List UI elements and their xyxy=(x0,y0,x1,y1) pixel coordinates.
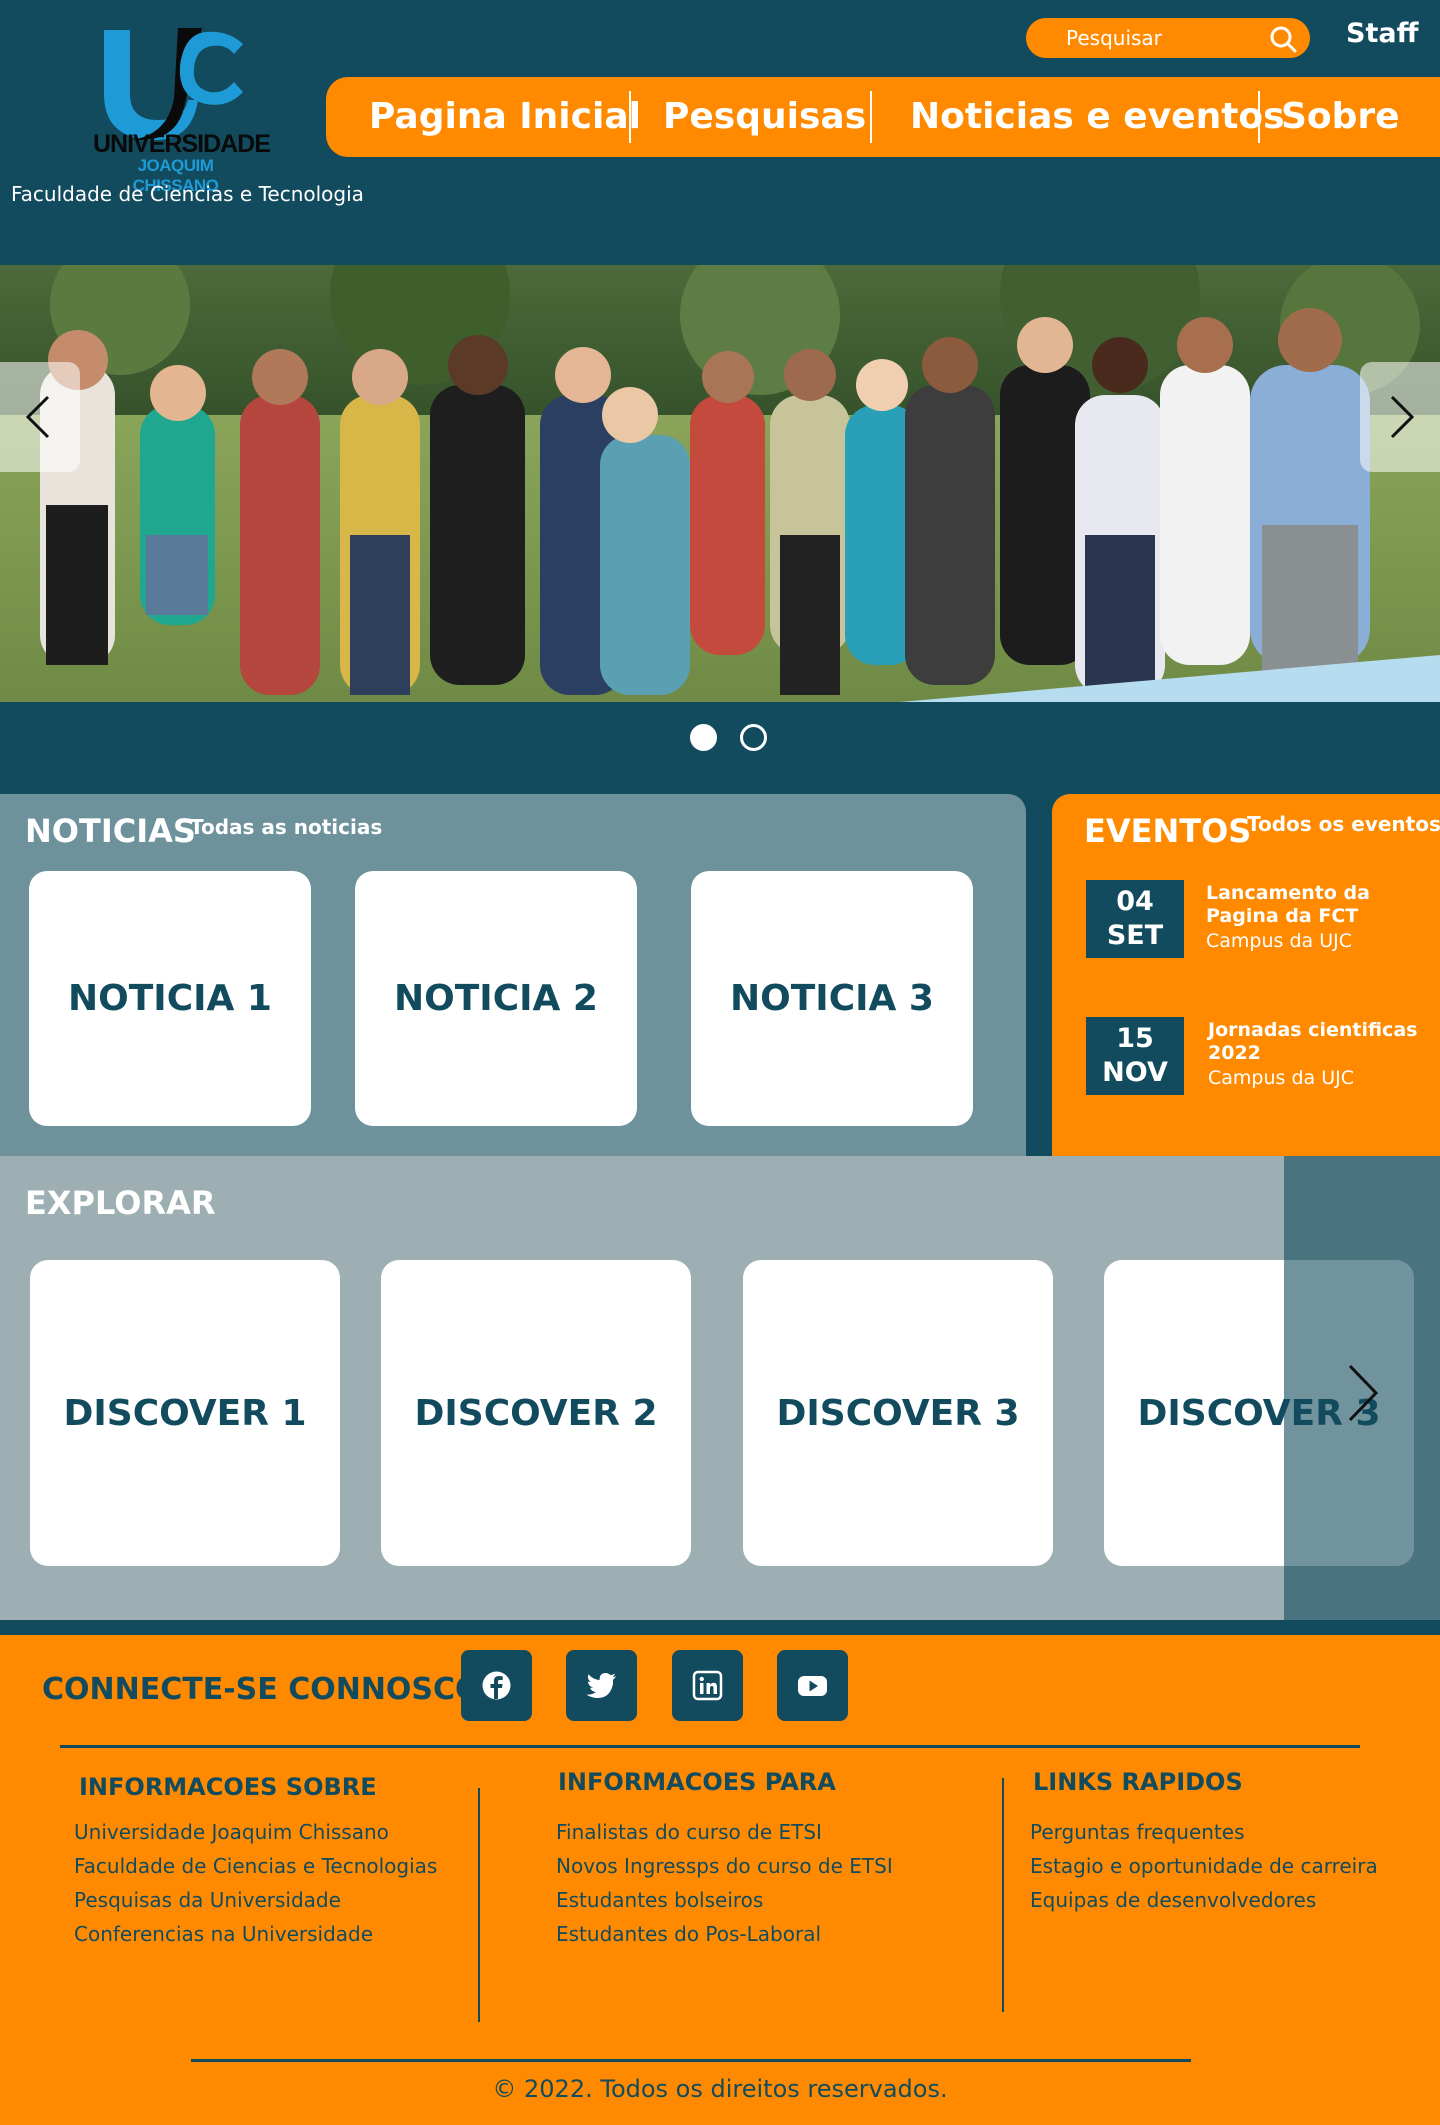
footer-link[interactable]: Finalistas do curso de ETSI xyxy=(556,1820,822,1844)
nav-item-noticias-e-eventos[interactable]: Noticias e eventos xyxy=(910,77,1285,157)
footer-link[interactable]: Conferencias na Universidade xyxy=(74,1922,373,1946)
search-icon[interactable] xyxy=(1268,24,1298,54)
footer-col-title-sobre: INFORMACOES SOBRE xyxy=(79,1773,377,1801)
linkedin-button[interactable] xyxy=(672,1650,743,1721)
nav-item-sobre[interactable]: Sobre xyxy=(1281,77,1400,157)
nav-item-pesquisas[interactable]: Pesquisas xyxy=(663,77,866,157)
event-date-2: 15 NOV xyxy=(1086,1017,1184,1095)
copyright-text: © 2022. Todos os direitos reservados. xyxy=(492,2075,948,2103)
copyright-divider xyxy=(191,2059,1191,2062)
footer-col-title-links: LINKS RAPIDOS xyxy=(1033,1768,1243,1796)
hero-image xyxy=(0,265,1440,702)
carousel-dot-1[interactable] xyxy=(690,724,717,751)
nav-separator xyxy=(629,91,631,143)
carousel-next-button[interactable] xyxy=(1360,362,1440,472)
twitter-icon xyxy=(586,1673,616,1698)
linkedin-icon xyxy=(692,1670,723,1701)
discover-card-2[interactable]: DISCOVER 2 xyxy=(381,1260,691,1566)
nav-item-pagina-inicial[interactable]: Pagina Inicial xyxy=(369,77,641,157)
news-title: NOTICIAS xyxy=(25,812,196,850)
footer-link[interactable]: Pesquisas da Universidade xyxy=(74,1888,341,1912)
event-day: 15 xyxy=(1116,1023,1154,1054)
footer-col-title-para: INFORMACOES PARA xyxy=(558,1768,836,1796)
footer-link[interactable]: Universidade Joaquim Chissano xyxy=(74,1820,389,1844)
event-place-2: Campus da UJC xyxy=(1208,1067,1354,1089)
event-date-1: 04 SET xyxy=(1086,880,1184,958)
news-card-1[interactable]: NOTICIA 1 xyxy=(29,871,311,1126)
youtube-icon xyxy=(798,1676,827,1696)
hero-carousel xyxy=(0,265,1440,702)
facebook-icon xyxy=(482,1671,511,1700)
news-card-3[interactable]: NOTICIA 3 xyxy=(691,871,973,1126)
search-input[interactable] xyxy=(1064,23,1254,53)
faculty-name: Faculdade de Ciencias e Tecnologia xyxy=(11,182,364,206)
footer-link[interactable]: Estagio e oportunidade de carreira xyxy=(1030,1854,1378,1878)
chevron-left-icon xyxy=(25,395,50,439)
footer-link[interactable]: Perguntas frequentes xyxy=(1030,1820,1245,1844)
event-day: 04 xyxy=(1116,886,1154,917)
logo-line-universidade: UNIVERSIDADE xyxy=(93,130,271,158)
all-events-link[interactable]: Todos os eventos xyxy=(1247,812,1440,836)
event-month: NOV xyxy=(1102,1057,1168,1088)
twitter-button[interactable] xyxy=(566,1650,637,1721)
staff-link[interactable]: Staff xyxy=(1346,18,1418,49)
facebook-button[interactable] xyxy=(461,1650,532,1721)
footer-link[interactable]: Equipas de desenvolvedores xyxy=(1030,1888,1316,1912)
event-title-2[interactable]: Jornadas cientificas 2022 xyxy=(1208,1019,1418,1065)
all-news-link[interactable]: Todas as noticias xyxy=(190,815,382,839)
event-title-1[interactable]: Lancamento da Pagina da FCT xyxy=(1206,882,1406,928)
event-place-1: Campus da UJC xyxy=(1206,930,1352,952)
footer-link[interactable]: Estudantes do Pos-Laboral xyxy=(556,1922,821,1946)
main-nav: Pagina Inicial Pesquisas Noticias e even… xyxy=(326,77,1440,157)
carousel-prev-button[interactable] xyxy=(0,362,80,472)
youtube-button[interactable] xyxy=(777,1650,848,1721)
search-box xyxy=(1026,18,1310,58)
explore-title: EXPLORAR xyxy=(25,1184,216,1222)
column-divider xyxy=(478,1788,480,2022)
footer-link[interactable]: Novos Ingressps do curso de ETSI xyxy=(556,1854,893,1878)
column-divider xyxy=(1002,1778,1004,2012)
explore-next-button[interactable] xyxy=(1338,1358,1388,1428)
footer-link[interactable]: Estudantes bolseiros xyxy=(556,1888,763,1912)
discover-card-3[interactable]: DISCOVER 3 xyxy=(743,1260,1053,1566)
nav-separator xyxy=(870,91,872,143)
nav-separator xyxy=(1258,91,1260,143)
footer-divider xyxy=(60,1745,1360,1748)
connect-heading: CONNECTE-SE CONNOSCO xyxy=(42,1672,481,1707)
news-card-2[interactable]: NOTICIA 2 xyxy=(355,871,637,1126)
chevron-right-icon xyxy=(1390,395,1415,439)
discover-card-1[interactable]: DISCOVER 1 xyxy=(30,1260,340,1566)
events-title: EVENTOS xyxy=(1084,812,1252,850)
event-month: SET xyxy=(1106,920,1164,951)
footer-link[interactable]: Faculdade de Ciencias e Tecnologias xyxy=(74,1854,437,1878)
carousel-dot-2[interactable] xyxy=(740,724,767,751)
